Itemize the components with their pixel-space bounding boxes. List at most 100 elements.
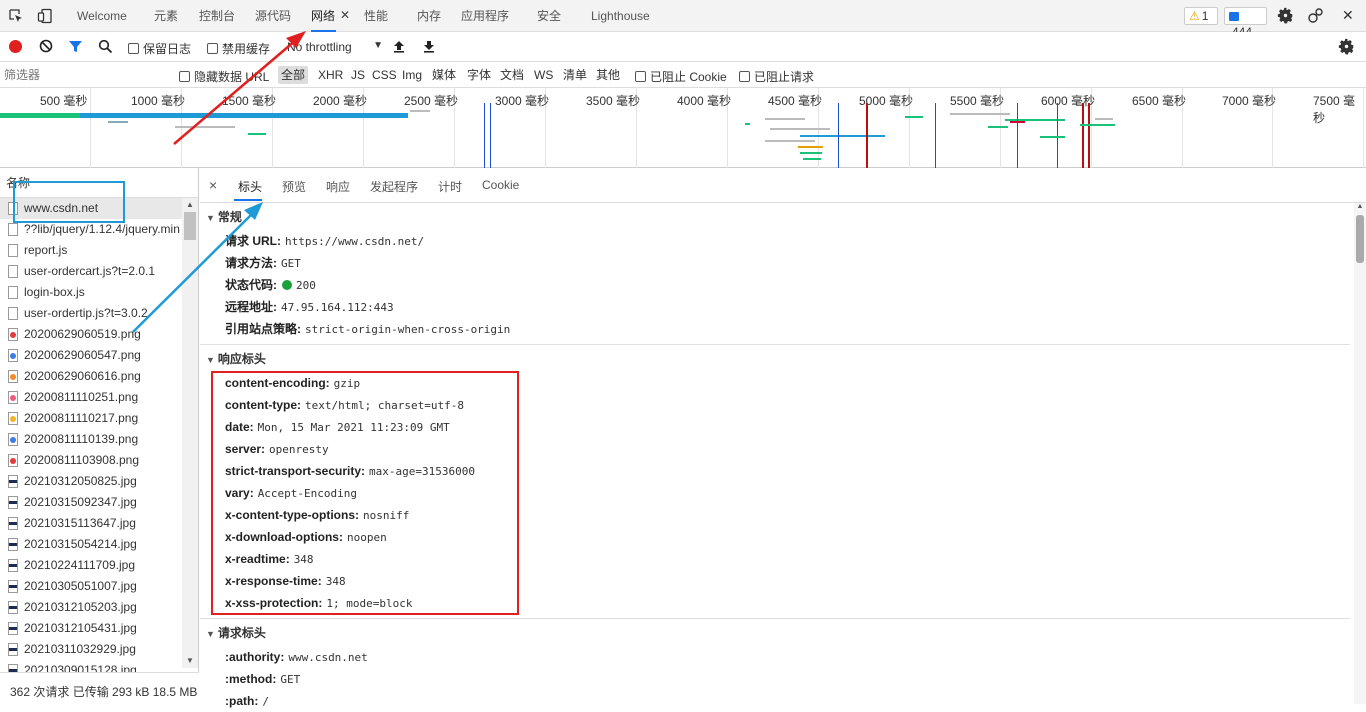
network-settings-gear-icon[interactable] bbox=[1338, 38, 1355, 58]
blocked-cookies-checkbox[interactable]: 已阻止 Cookie bbox=[635, 68, 727, 85]
filter-type-5[interactable]: 媒体 bbox=[432, 66, 456, 84]
header-value[interactable]: 1; mode=block bbox=[326, 597, 412, 610]
tab-4[interactable]: 网络 bbox=[311, 0, 337, 32]
filter-type-4[interactable]: Img bbox=[402, 66, 422, 84]
close-network-tab-icon[interactable]: ✕ bbox=[340, 8, 350, 22]
request-row[interactable]: ??lib/jquery/1.12.4/jquery.min bbox=[0, 219, 182, 240]
header-value[interactable]: GET bbox=[280, 673, 300, 686]
scroll-up-icon[interactable]: ▲ bbox=[1354, 203, 1366, 213]
scroll-thumb[interactable] bbox=[1356, 215, 1364, 263]
header-value[interactable]: gzip bbox=[334, 377, 361, 390]
preserve-log-checkbox[interactable]: 保留日志 bbox=[128, 40, 191, 57]
header-value[interactable]: noopen bbox=[347, 531, 387, 544]
inspect-element-icon[interactable] bbox=[8, 8, 24, 27]
detail-tab-2[interactable]: 响应 bbox=[326, 178, 350, 195]
filter-type-8[interactable]: WS bbox=[534, 66, 553, 84]
filter-type-1[interactable]: XHR bbox=[318, 66, 343, 84]
filter-icon[interactable] bbox=[68, 39, 83, 57]
request-row[interactable]: login-box.js bbox=[0, 282, 182, 303]
tab-6[interactable]: 内存 bbox=[417, 0, 441, 32]
general-section-header[interactable]: ▼ 常规 bbox=[200, 206, 1350, 228]
filter-type-3[interactable]: CSS bbox=[372, 66, 397, 84]
customize-devtools-icon[interactable] bbox=[1306, 7, 1324, 28]
request-row[interactable]: 20210315054214.jpg bbox=[0, 534, 182, 555]
filter-type-9[interactable]: 清单 bbox=[563, 66, 587, 84]
disable-cache-checkbox[interactable]: 禁用缓存 bbox=[207, 40, 270, 57]
request-row[interactable]: 20210311032929.jpg bbox=[0, 639, 182, 660]
detail-tab-1[interactable]: 预览 bbox=[282, 178, 306, 195]
response-headers-section-header[interactable]: ▼ 响应标头 bbox=[200, 348, 1350, 370]
request-row[interactable]: 20200629060547.png bbox=[0, 345, 182, 366]
header-value[interactable]: text/html; charset=utf-8 bbox=[305, 399, 464, 412]
import-har-icon[interactable] bbox=[393, 39, 405, 57]
detail-scrollbar[interactable]: ▲ bbox=[1354, 203, 1366, 704]
detail-tab-0[interactable]: 标头 bbox=[238, 178, 262, 195]
tab-7[interactable]: 应用程序 bbox=[461, 0, 509, 32]
header-value[interactable]: nosniff bbox=[363, 509, 409, 522]
request-row[interactable]: www.csdn.net bbox=[0, 198, 182, 219]
scroll-thumb[interactable] bbox=[184, 212, 196, 240]
device-toolbar-icon[interactable] bbox=[37, 8, 53, 27]
messages-badge[interactable]: 444 bbox=[1224, 7, 1267, 39]
request-row[interactable]: 20200811110217.png bbox=[0, 408, 182, 429]
filter-type-10[interactable]: 其他 bbox=[596, 66, 620, 84]
tab-2[interactable]: 控制台 bbox=[199, 0, 235, 32]
detail-tab-5[interactable]: Cookie bbox=[482, 178, 519, 192]
blocked-requests-checkbox[interactable]: 已阻止请求 bbox=[739, 68, 814, 85]
request-row[interactable]: report.js bbox=[0, 240, 182, 261]
request-row[interactable]: user-ordertip.js?t=3.0.2 bbox=[0, 303, 182, 324]
request-row[interactable]: 20210312050825.jpg bbox=[0, 471, 182, 492]
detail-tab-3[interactable]: 发起程序 bbox=[370, 178, 418, 195]
header-value[interactable]: openresty bbox=[269, 443, 329, 456]
header-value[interactable]: 348 bbox=[326, 575, 346, 588]
tab-3[interactable]: 源代码 bbox=[255, 0, 291, 32]
filter-type-7[interactable]: 文档 bbox=[500, 66, 524, 84]
request-row[interactable]: user-ordercart.js?t=2.0.1 bbox=[0, 261, 182, 282]
close-devtools-icon[interactable]: ✕ bbox=[1342, 7, 1354, 24]
hide-data-url-checkbox[interactable]: 隐藏数据 URL bbox=[179, 68, 269, 85]
tab-5[interactable]: 性能 bbox=[364, 0, 388, 32]
header-value[interactable]: GET bbox=[281, 257, 301, 270]
request-row[interactable]: 20210312105431.jpg bbox=[0, 618, 182, 639]
record-icon[interactable] bbox=[9, 40, 22, 53]
scroll-up-icon[interactable]: ▲ bbox=[183, 200, 197, 210]
header-value[interactable]: Mon, 15 Mar 2021 11:23:09 GMT bbox=[258, 421, 450, 434]
warnings-badge[interactable]: ⚠ 1 bbox=[1184, 7, 1218, 25]
request-list-scrollbar[interactable]: ▲ ▼ bbox=[182, 198, 198, 668]
detail-tab-4[interactable]: 计时 bbox=[438, 178, 462, 195]
close-detail-icon[interactable]: × bbox=[209, 177, 217, 193]
scroll-down-icon[interactable]: ▼ bbox=[183, 656, 197, 666]
filter-type-6[interactable]: 字体 bbox=[467, 66, 491, 84]
export-har-icon[interactable] bbox=[423, 39, 435, 57]
name-column-header[interactable]: 名称 bbox=[0, 168, 198, 198]
filter-input[interactable] bbox=[4, 66, 169, 84]
request-row[interactable]: 20200811110251.png bbox=[0, 387, 182, 408]
tab-0[interactable]: Welcome bbox=[77, 0, 127, 32]
header-value[interactable]: 47.95.164.112:443 bbox=[281, 301, 394, 314]
throttling-select[interactable]: No throttling ▼ bbox=[287, 40, 383, 54]
request-row[interactable]: 20210305051007.jpg bbox=[0, 576, 182, 597]
request-row[interactable]: 20200811103908.png bbox=[0, 450, 182, 471]
header-value[interactable]: strict-origin-when-cross-origin bbox=[305, 323, 510, 336]
filter-type-2[interactable]: JS bbox=[351, 66, 365, 84]
header-value[interactable]: / bbox=[262, 695, 269, 708]
tab-1[interactable]: 元素 bbox=[154, 0, 178, 32]
request-row[interactable]: 20210315113647.jpg bbox=[0, 513, 182, 534]
header-value[interactable]: Accept-Encoding bbox=[258, 487, 357, 500]
header-value[interactable]: https://www.csdn.net/ bbox=[285, 235, 424, 248]
tab-9[interactable]: Lighthouse bbox=[591, 0, 650, 32]
search-icon[interactable] bbox=[98, 39, 113, 57]
request-row[interactable]: 20210224111709.jpg bbox=[0, 555, 182, 576]
clear-icon[interactable] bbox=[39, 39, 53, 56]
request-headers-section-header[interactable]: ▼ 请求标头 bbox=[200, 622, 1350, 644]
request-row[interactable]: 20200629060616.png bbox=[0, 366, 182, 387]
network-overview-timeline[interactable]: 500 毫秒 1000 毫秒 1500 毫秒 2000 毫秒 2500 毫秒 3000 毫… bbox=[0, 88, 1366, 168]
header-value[interactable]: max-age=31536000 bbox=[369, 465, 475, 478]
request-row[interactable]: 20210312105203.jpg bbox=[0, 597, 182, 618]
header-value[interactable]: 200 bbox=[296, 279, 316, 292]
request-row[interactable]: 20210315092347.jpg bbox=[0, 492, 182, 513]
header-value[interactable]: www.csdn.net bbox=[288, 651, 367, 664]
header-value[interactable]: 348 bbox=[294, 553, 314, 566]
tab-8[interactable]: 安全 bbox=[537, 0, 561, 32]
request-row[interactable]: 20200811110139.png bbox=[0, 429, 182, 450]
